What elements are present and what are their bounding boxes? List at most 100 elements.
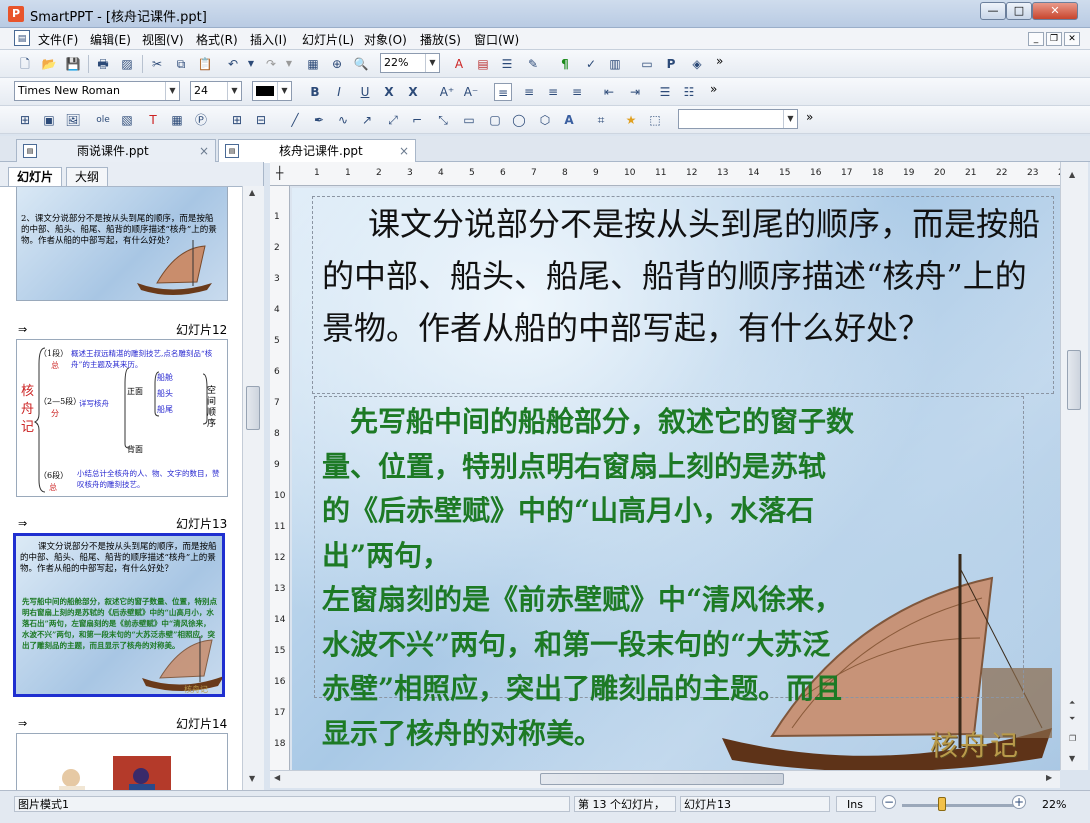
text-a-icon[interactable]: A [450,55,468,73]
close-button[interactable]: ✕ [1032,2,1078,20]
tab-hezhouji[interactable]: ▤ 核舟记课件.ppt × [218,139,416,163]
more-chevron-icon[interactable]: » [710,82,717,96]
outline-icon[interactable]: ☰ [498,55,516,73]
ellipse-icon[interactable]: ◯ [510,111,528,129]
star-icon[interactable]: ★ [622,111,640,129]
answer-text[interactable]: 先写船中间的船舱部分，叙述它的窗子数 量、位置，特别点明右窗扇上刻的是苏轼 的《… [322,400,1022,756]
ungroup-icon[interactable]: ⊟ [252,111,270,129]
page-down-icon[interactable]: ⏷ [1069,714,1075,724]
slide-thumbnail-11[interactable]: 2、课文分说部分不是按从头到尾的顺序，而是按船的中部、船头、船尾、船背的顺序描述… [16,187,228,301]
maximize-button[interactable]: □ [1006,2,1032,20]
ole-icon[interactable]: ole [94,111,112,129]
pen-icon[interactable]: ✒ [310,111,328,129]
double-connector-icon[interactable]: ⤡ [434,111,452,129]
align-left-icon[interactable]: ≡ [494,83,512,101]
more-chevron-icon[interactable]: » [806,110,813,124]
scroll-right-icon[interactable]: ▶ [1046,773,1052,782]
line-icon[interactable]: ╱ [286,111,304,129]
table-icon[interactable]: ▦ [168,111,186,129]
elbow-connector-icon[interactable]: ⌐ [408,111,426,129]
textbox-icon[interactable]: ▣ [40,111,58,129]
arrow-icon[interactable]: ↗ [358,111,376,129]
more-chevron-icon[interactable]: » [716,54,723,68]
scrollbar-thumb[interactable] [1067,350,1081,410]
tab-outline[interactable]: 大纲 [66,167,109,187]
undo-dropdown-icon[interactable]: ▼ [242,55,260,73]
formula-icon[interactable]: Ⓟ [192,111,210,129]
curve-icon[interactable]: ∿ [334,111,352,129]
underline-button[interactable]: U [356,83,374,101]
shape-style-combo[interactable]: ▼ [678,109,798,129]
close-icon[interactable]: × [199,140,209,162]
redo-dropdown-icon[interactable]: ▼ [280,55,298,73]
numbered-list-icon[interactable]: ☷ [680,83,698,101]
font-name-combo[interactable]: Times New Roman ▼ [14,81,180,101]
restore-window-icon[interactable]: ❐ [1069,734,1076,743]
minimize-button[interactable]: — [980,2,1006,20]
menu-format[interactable]: 格式(R) [196,31,238,48]
copy-icon[interactable]: ⧉ [172,55,190,73]
pdf-icon[interactable]: ▨ [118,55,136,73]
rectangle-icon[interactable]: ▭ [460,111,478,129]
save-icon[interactable]: 💾 [64,55,82,73]
undo-icon[interactable]: ↶ [224,55,242,73]
zoom-out-button[interactable]: − [882,795,896,809]
scroll-left-icon[interactable]: ◀ [274,773,280,782]
zoom-icon[interactable]: ⊕ [328,55,346,73]
scroll-up-icon[interactable]: ▲ [249,188,255,197]
paragraph-icon[interactable]: ¶ [556,55,574,73]
thumbnail-scrollbar[interactable]: ▲ ▼ [242,186,264,790]
scrollbar-thumb[interactable] [246,386,260,430]
strikethrough-button[interactable]: X [380,83,398,101]
slide-thumbnail-12[interactable]: 核 舟 记 （1段） 总 概述王叔远精湛的雕刻技艺,点名雕刻品“核舟”的主题及其… [16,339,228,497]
zoom-combo[interactable]: 22% ▼ [380,53,440,73]
page-up-icon[interactable]: ⏶ [1069,698,1075,708]
slide-thumbnail-14[interactable] [16,733,228,790]
group-icon[interactable]: ⊞ [228,111,246,129]
mdi-restore-button[interactable]: ❐ [1046,32,1062,46]
open-icon[interactable]: 📂 [40,55,58,73]
grow-font-icon[interactable]: A⁺ [438,83,456,101]
slide-horizontal-scrollbar[interactable]: ◀ ▶ [270,770,1060,788]
outdent-icon[interactable]: ⇤ [600,83,618,101]
zoom-slider-knob[interactable] [938,797,946,811]
font-size-combo[interactable]: 24 ▼ [190,81,242,101]
page-icon[interactable]: ▭ [638,55,656,73]
zoom-slider-track[interactable] [902,804,1014,807]
crop-icon[interactable]: ⌗ [592,111,610,129]
menu-insert[interactable]: 插入(I) [250,31,287,48]
mdi-close-button[interactable]: ✕ [1064,32,1080,46]
bold-button[interactable]: B [306,83,324,101]
font-color-combo[interactable]: ▼ [252,81,292,101]
menu-edit[interactable]: 编辑(E) [90,31,131,48]
cut-icon[interactable]: ✂ [148,55,166,73]
indent-icon[interactable]: ⇥ [626,83,644,101]
text-object-icon[interactable]: T [144,111,162,129]
slide-vertical-scrollbar[interactable]: ▲ ⏶ ⏷ ❐ ▼ [1060,162,1088,770]
frame-icon[interactable]: ⊞ [16,111,34,129]
bullet-list-icon[interactable]: ☰ [656,83,674,101]
menu-view[interactable]: 视图(V) [142,31,184,48]
shrink-font-icon[interactable]: A⁻ [462,83,480,101]
clear-format-button[interactable]: X [404,83,422,101]
find-icon[interactable]: 🔍 [352,55,370,73]
scroll-down-icon[interactable]: ▼ [1069,754,1075,763]
grid-icon[interactable]: ▦ [304,55,322,73]
chart-object-icon[interactable]: ▧ [118,111,136,129]
align-right-icon[interactable]: ≡ [544,83,562,101]
picture-icon[interactable]: 🖼 [64,111,82,129]
spell-icon[interactable]: ✓ [582,55,600,73]
fill-icon[interactable]: ▤ [474,55,492,73]
print-icon[interactable]: 🖶 [94,55,112,73]
align-center-icon[interactable]: ≡ [520,83,538,101]
scrollbar-thumb[interactable] [540,773,784,785]
italic-button[interactable]: I [330,83,348,101]
scroll-down-icon[interactable]: ▼ [249,774,255,783]
justify-icon[interactable]: ≡ [568,83,586,101]
wordart-icon[interactable]: A [560,111,578,129]
menu-file[interactable]: 文件(F) [38,31,78,48]
layers-icon[interactable]: ◈ [688,55,706,73]
redo-icon[interactable]: ↷ [262,55,280,73]
shapes-icon[interactable]: ⬡ [536,111,554,129]
rounded-rect-icon[interactable]: ▢ [486,111,504,129]
